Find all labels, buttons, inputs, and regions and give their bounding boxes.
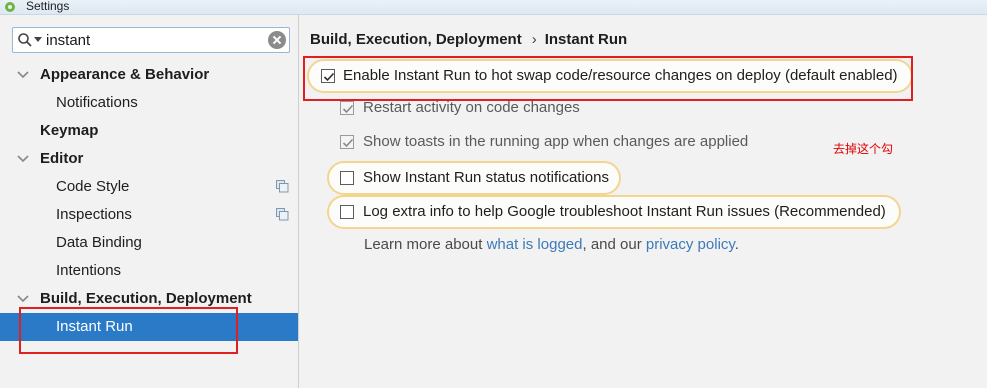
breadcrumb-current: Instant Run: [544, 31, 628, 48]
breadcrumb-parent[interactable]: Build, Execution, Deployment: [310, 31, 522, 48]
tree-item-keymap[interactable]: Keymap: [0, 117, 298, 145]
what-is-logged-link[interactable]: what is logged: [487, 236, 583, 253]
annotation-note: 去掉这个勾: [833, 142, 894, 156]
show-status-notifications-checkbox[interactable]: [340, 171, 354, 185]
project-settings-icon: [276, 180, 289, 193]
restart-activity-checkbox[interactable]: [340, 101, 354, 115]
search-input[interactable]: instant: [46, 32, 90, 49]
search-history-dropdown-icon[interactable]: [34, 37, 42, 43]
show-toasts-checkbox[interactable]: [340, 135, 354, 149]
expand-arrow-icon[interactable]: [17, 295, 29, 303]
tree-item-inspections[interactable]: Inspections: [0, 201, 298, 229]
option-show-toasts[interactable]: Show toasts in the running app when chan…: [329, 127, 789, 161]
project-settings-icon: [276, 208, 289, 221]
option-restart-activity[interactable]: Restart activity on code changes: [329, 93, 629, 127]
privacy-policy-link[interactable]: privacy policy: [646, 236, 735, 253]
breadcrumb-separator: ›: [531, 31, 537, 48]
checkmark-icon: [342, 104, 354, 114]
tree-item-editor[interactable]: Editor: [0, 145, 298, 173]
clear-search-icon[interactable]: [268, 31, 286, 49]
checkmark-icon: [342, 138, 354, 148]
expand-arrow-icon[interactable]: [17, 71, 29, 79]
window-title: Settings: [26, 0, 70, 13]
tree-item-code-style[interactable]: Code Style: [0, 173, 298, 201]
learn-more-text: Learn more about what is logged, and our…: [364, 236, 739, 253]
tree-item-notifications[interactable]: Notifications: [0, 89, 298, 117]
android-studio-icon: [5, 2, 15, 12]
restart-activity-label: Restart activity on code changes: [363, 99, 580, 116]
log-extra-info-label: Log extra info to help Google troublesho…: [363, 203, 886, 220]
search-icon[interactable]: [17, 32, 33, 48]
tree-item-intentions[interactable]: Intentions: [0, 257, 298, 285]
annotation-box-instant-run: [19, 307, 238, 354]
show-toasts-label: Show toasts in the running app when chan…: [363, 133, 749, 150]
show-status-notifications-label: Show Instant Run status notifications: [363, 169, 609, 186]
option-show-status-notifications[interactable]: Show Instant Run status notifications: [327, 161, 621, 195]
title-bar: Settings: [0, 0, 987, 15]
expand-arrow-icon[interactable]: [17, 155, 29, 163]
option-log-extra-info[interactable]: Log extra info to help Google troublesho…: [327, 195, 901, 229]
breadcrumb: Build, Execution, Deployment › Instant Run: [310, 31, 627, 48]
tree-item-data-binding[interactable]: Data Binding: [0, 229, 298, 257]
search-field[interactable]: instant: [12, 27, 290, 53]
tree-item-appearance-behavior[interactable]: Appearance & Behavior: [0, 61, 298, 89]
log-extra-info-checkbox[interactable]: [340, 205, 354, 219]
